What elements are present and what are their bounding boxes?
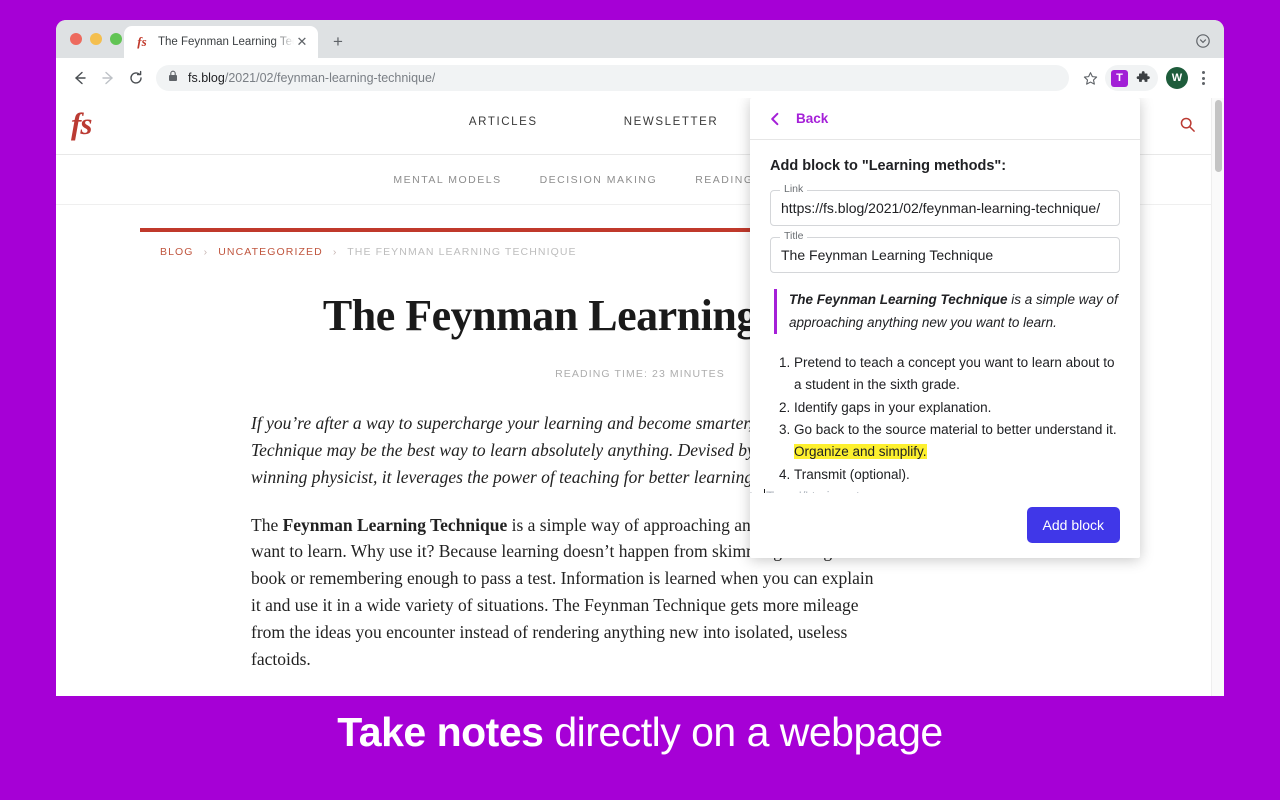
panel-heading: Add block to "Learning methods": xyxy=(770,158,1007,175)
search-icon[interactable] xyxy=(1179,116,1196,138)
step-text: Pretend to teach a concept you want to l… xyxy=(794,354,1115,392)
back-button[interactable]: Back xyxy=(796,111,828,126)
browser-tab-strip: fs The Feynman Learning Technique ✕ + xyxy=(56,20,1224,58)
article-paragraph-3: When you really learn something, you giv… xyxy=(251,693,881,696)
browser-tab-active[interactable]: fs The Feynman Learning Technique ✕ xyxy=(124,26,318,58)
tab-favicon-icon: fs xyxy=(137,34,147,49)
panel-body: Add block to "Learning methods": https:/… xyxy=(750,140,1140,493)
list-item[interactable]: Transmit (optional). xyxy=(794,464,1120,486)
window-traffic-lights xyxy=(70,33,122,45)
step-text: Go back to the source material to better… xyxy=(794,422,1117,438)
step-highlight: Organize and simplify. xyxy=(794,444,927,460)
link-field-border: https://fs.blog/2021/02/feynman-learning… xyxy=(770,190,1120,227)
breadcrumb-separator: › xyxy=(203,246,209,258)
quote-block[interactable]: The Feynman Learning Technique is a simp… xyxy=(774,289,1120,334)
paragraph-2-bold: Feynman Learning Technique xyxy=(282,514,508,535)
plus-icon[interactable]: + xyxy=(750,488,760,492)
minimize-window-button[interactable] xyxy=(90,33,102,45)
extension-group: T xyxy=(1105,65,1158,91)
breadcrumb-item-blog[interactable]: BLOG xyxy=(160,246,194,258)
reload-button[interactable] xyxy=(122,64,150,92)
url-domain: fs.blog xyxy=(188,71,225,85)
add-block-button[interactable]: Add block xyxy=(1026,507,1120,544)
marketing-caption: Take notes directly on a webpage xyxy=(0,712,1280,753)
nav-item-articles[interactable]: ARTICLES xyxy=(469,116,538,128)
subnav-item-mental-models[interactable]: MENTAL MODELS xyxy=(393,174,501,186)
url-path: /2021/02/feynman-learning-technique/ xyxy=(224,71,436,85)
insert-input-placeholder[interactable]: Type '/' to insert... xyxy=(766,489,871,492)
page-viewport: fs ARTICLES NEWSLETTER PODCAST MENTAL MO… xyxy=(56,98,1224,696)
caption-bold: Take notes xyxy=(337,709,544,755)
text-caret xyxy=(764,489,765,493)
subnav-item-decision-making[interactable]: DECISION MAKING xyxy=(540,174,658,186)
browser-window: fs The Feynman Learning Technique ✕ + fs… xyxy=(56,20,1224,696)
nav-item-newsletter[interactable]: NEWSLETTER xyxy=(624,116,719,128)
panel-footer: Add block xyxy=(750,493,1140,558)
list-item[interactable]: Pretend to teach a concept you want to l… xyxy=(794,352,1120,396)
link-input[interactable]: https://fs.blog/2021/02/feynman-learning… xyxy=(781,200,1109,216)
tab-close-icon[interactable]: ✕ xyxy=(294,34,310,50)
close-window-button[interactable] xyxy=(70,33,82,45)
page-scrollbar-thumb[interactable] xyxy=(1215,100,1222,172)
breadcrumb-item-current: THE FEYNMAN LEARNING TECHNIQUE xyxy=(347,246,577,258)
insert-row: + Type '/' to insert... xyxy=(750,487,1120,493)
back-button[interactable] xyxy=(66,64,94,92)
breadcrumb-separator: › xyxy=(332,246,338,258)
title-field-border: The Feynman Learning Technique xyxy=(770,237,1120,274)
panel-header: Back xyxy=(750,98,1140,141)
note-steps-list: Pretend to teach a concept you want to l… xyxy=(774,352,1120,486)
tab-title: The Feynman Learning Technique xyxy=(158,36,294,48)
breadcrumb-item-uncategorized[interactable]: UNCATEGORIZED xyxy=(218,246,323,258)
list-item[interactable]: Go back to the source material to better… xyxy=(794,419,1120,463)
chevron-left-icon[interactable] xyxy=(768,112,782,126)
step-text: Transmit (optional). xyxy=(794,467,910,483)
quote-bold: The Feynman Learning Technique xyxy=(789,292,1008,308)
puzzle-icon[interactable] xyxy=(1134,69,1152,87)
step-text: Identify gaps in your explanation. xyxy=(794,399,992,415)
avatar[interactable]: W xyxy=(1166,67,1188,89)
tab-search-icon[interactable] xyxy=(1194,32,1212,50)
new-tab-button[interactable]: + xyxy=(328,32,348,52)
title-field-label: Title xyxy=(780,230,808,243)
paragraph-2-prefix: The xyxy=(251,514,283,535)
address-bar-url: fs.blog/2021/02/feynman-learning-techniq… xyxy=(188,71,435,85)
forward-button[interactable] xyxy=(94,64,122,92)
star-icon[interactable] xyxy=(1077,65,1103,91)
maximize-window-button[interactable] xyxy=(110,33,122,45)
lock-icon xyxy=(168,69,180,87)
kebab-menu-icon[interactable] xyxy=(1192,66,1214,90)
link-field-label: Link xyxy=(780,183,808,196)
page-scrollbar[interactable] xyxy=(1211,98,1224,696)
address-bar[interactable]: fs.blog/2021/02/feynman-learning-techniq… xyxy=(156,65,1069,91)
link-field[interactable]: https://fs.blog/2021/02/feynman-learning… xyxy=(770,183,1120,227)
browser-toolbar: fs.blog/2021/02/feynman-learning-techniq… xyxy=(56,58,1224,98)
caption-rest: directly on a webpage xyxy=(543,709,943,755)
list-item[interactable]: Identify gaps in your explanation. xyxy=(794,397,1120,419)
note-taking-panel: Back Add block to "Learning methods": ht… xyxy=(750,98,1140,558)
title-input[interactable]: The Feynman Learning Technique xyxy=(781,247,1109,263)
tana-extension-icon[interactable]: T xyxy=(1111,69,1128,87)
title-field[interactable]: The Feynman Learning Technique Title xyxy=(770,230,1120,274)
